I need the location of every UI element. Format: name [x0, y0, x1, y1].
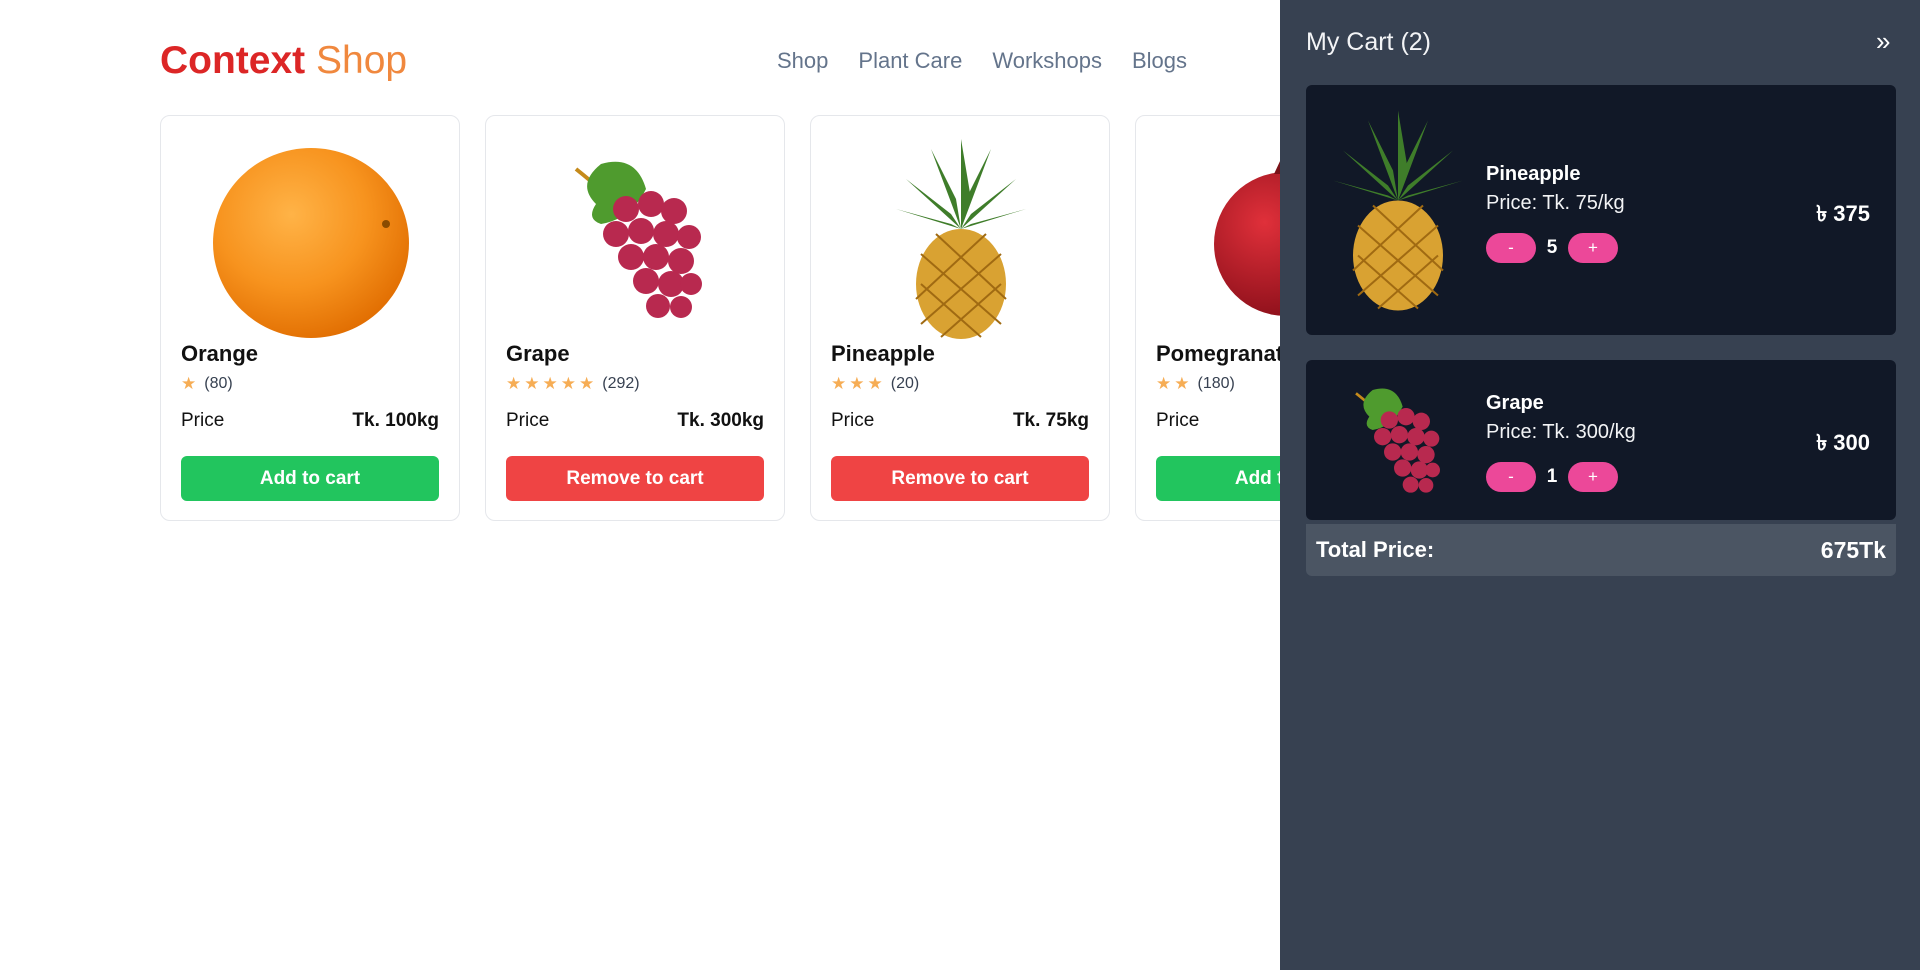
orange-image	[181, 134, 441, 344]
add-to-cart-button[interactable]: Add to cart	[181, 456, 439, 501]
price-label: Price	[506, 410, 550, 431]
price-value: Tk. 75kg	[1012, 410, 1089, 431]
product-name: Grape	[506, 341, 570, 366]
cart-item-unit-price: Price: Tk. 75/kg	[1486, 192, 1625, 214]
decrement-button[interactable]: -	[1486, 462, 1536, 492]
cart-item: Pineapple Price: Tk. 75/kg - 5 + ৳ 375	[1306, 85, 1896, 335]
cart-item: Grape Price: Tk. 300/kg - 1 + ৳ 300	[1306, 360, 1896, 520]
increment-button[interactable]: +	[1568, 462, 1618, 492]
cart-title: My Cart (2)	[1306, 28, 1431, 56]
cart-drawer: My Cart (2) » Pineapple Price: Tk. 75/kg	[1280, 0, 1920, 970]
nav-workshops[interactable]: Workshops	[992, 46, 1102, 76]
star-icon: ★	[506, 374, 522, 393]
pineapple-image	[1328, 95, 1468, 325]
price-row: Price Tk. 100kg	[181, 410, 439, 432]
pineapple-image	[831, 134, 1091, 344]
remove-from-cart-button[interactable]: Remove to cart	[506, 456, 764, 501]
main-nav: Shop Plant Care Workshops Blogs	[777, 46, 1187, 76]
product-rating: ★ ★ ★ (20)	[831, 374, 919, 394]
cart-item-total: ৳ 375	[1816, 201, 1870, 226]
review-count: (292)	[602, 375, 640, 392]
quantity-stepper: - 5 +	[1486, 233, 1618, 263]
price-value: Tk. 100kg	[352, 410, 439, 431]
product-rating: ★ ★ ★ ★ ★ (292)	[506, 374, 640, 394]
review-count: (180)	[1197, 375, 1235, 392]
price-label: Price	[181, 410, 225, 431]
nav-shop[interactable]: Shop	[777, 46, 828, 76]
total-value: 675Tk	[1820, 536, 1886, 563]
nav-blogs[interactable]: Blogs	[1132, 46, 1187, 76]
cart-item-name: Grape	[1486, 392, 1544, 414]
product-name: Pomegranate	[1156, 341, 1296, 366]
product-card: Orange ★ (80) Price Tk. 100kg Add to car…	[160, 115, 460, 521]
review-count: (80)	[204, 375, 233, 392]
star-icon: ★	[1174, 374, 1190, 393]
star-icon: ★	[1156, 374, 1172, 393]
cart-item-total: ৳ 300	[1816, 430, 1870, 455]
product-rating: ★ (80)	[181, 374, 233, 394]
product-name: Orange	[181, 341, 259, 366]
price-value: Tk. 300kg	[677, 410, 764, 431]
nav-plant-care[interactable]: Plant Care	[858, 46, 962, 76]
total-label: Total Price:	[1316, 537, 1435, 562]
review-count: (20)	[890, 375, 920, 392]
logo-accent: Shop	[316, 39, 408, 82]
price-label: Price	[831, 410, 875, 431]
cart-total-bar: Total Price: 675Tk	[1306, 524, 1896, 576]
star-icon: ★	[831, 374, 847, 393]
product-rating: ★ ★ (180)	[1156, 374, 1235, 394]
grape-image	[506, 134, 766, 344]
double-chevron-right-icon[interactable]: »	[1876, 26, 1890, 56]
star-icon: ★	[560, 374, 576, 393]
increment-button[interactable]: +	[1568, 233, 1618, 263]
quantity-stepper: - 1 +	[1486, 462, 1618, 492]
star-icon: ★	[542, 374, 558, 393]
grape-image	[1336, 372, 1456, 508]
cart-item-unit-price: Price: Tk. 300/kg	[1486, 421, 1636, 443]
star-icon: ★	[524, 374, 540, 393]
remove-from-cart-button[interactable]: Remove to cart	[831, 456, 1089, 501]
star-icon: ★	[867, 374, 883, 393]
cart-item-name: Pineapple	[1486, 163, 1581, 185]
product-name: Pineapple	[831, 341, 935, 366]
price-row: Price Tk. 75kg	[831, 410, 1089, 432]
site-logo[interactable]: Context Shop	[160, 36, 407, 86]
price-label: Price	[1156, 410, 1200, 431]
decrement-button[interactable]: -	[1486, 233, 1536, 263]
product-card: Grape ★ ★ ★ ★ ★ (292) Price Tk. 300kg Re…	[485, 115, 785, 521]
logo-brand: Context	[160, 39, 306, 82]
star-icon: ★	[849, 374, 865, 393]
product-card: Pineapple ★ ★ ★ (20) Price Tk. 75kg Remo…	[810, 115, 1110, 521]
quantity-value: 5	[1546, 237, 1558, 258]
star-icon: ★	[181, 374, 197, 393]
price-row: Price Tk. 300kg	[506, 410, 764, 432]
quantity-value: 1	[1546, 466, 1558, 487]
product-grid: Orange ★ (80) Price Tk. 100kg Add to car…	[160, 115, 1460, 521]
star-icon: ★	[579, 374, 595, 393]
